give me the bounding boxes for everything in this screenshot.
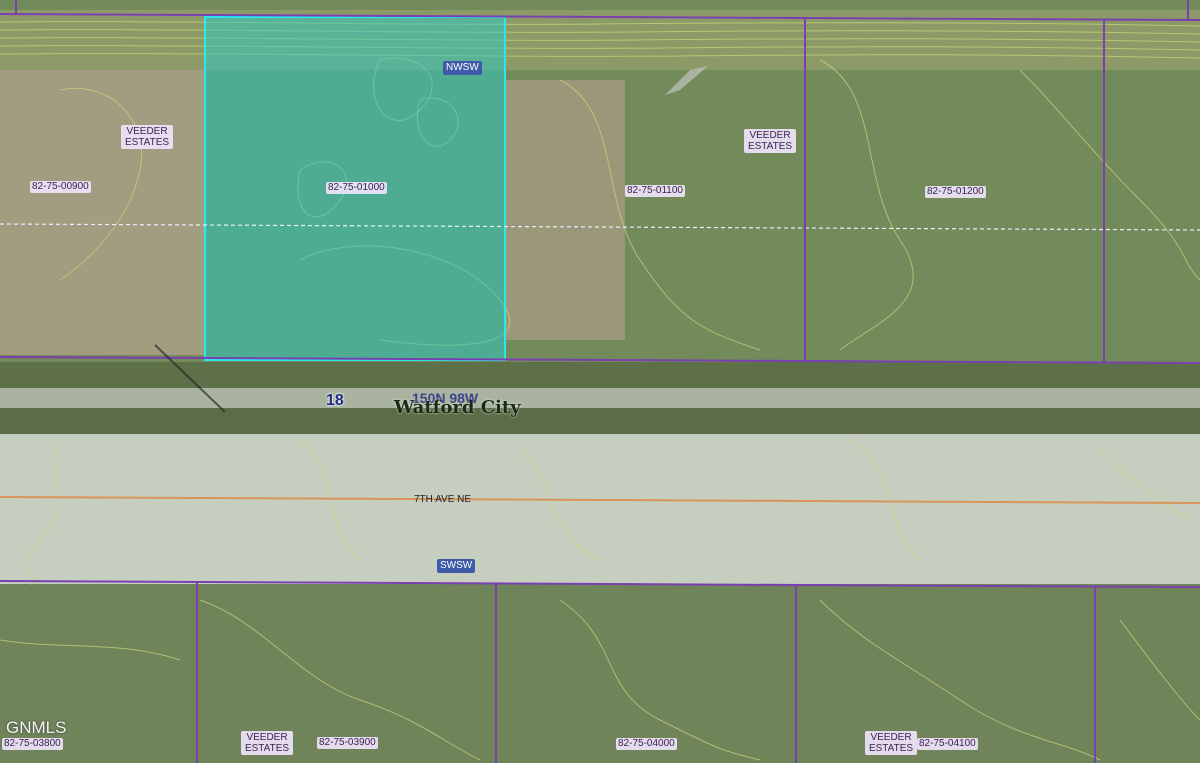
aliquot-label-swsw: SWSW xyxy=(437,559,476,573)
bare-soil-patch-west xyxy=(0,70,205,355)
street-name-label: 7TH AVE NE xyxy=(414,494,472,505)
watermark: GNMLS xyxy=(6,718,67,737)
subdivision-label: VEEDER ESTATES xyxy=(865,731,917,755)
grass-strip xyxy=(0,362,1200,390)
road-shoulder xyxy=(0,388,1200,408)
parcel-id-label[interactable]: 82-75-03900 xyxy=(317,737,378,749)
paved-area xyxy=(0,434,1200,584)
parcel-id-label[interactable]: 82-75-04000 xyxy=(616,738,677,750)
aliquot-label-nwsw: NWSW xyxy=(443,61,482,75)
subdivision-label: VEEDER ESTATES xyxy=(121,125,173,149)
subdivision-label: VEEDER ESTATES xyxy=(241,731,293,755)
parcel-id-label[interactable]: 82-75-03800 xyxy=(2,738,63,750)
bare-soil-patch-center xyxy=(505,80,625,340)
parcel-id-label[interactable]: 82-75-01200 xyxy=(925,186,986,198)
parcel-id-label[interactable]: 82-75-04100 xyxy=(917,738,978,750)
aerial-map[interactable] xyxy=(0,0,1200,763)
parcel-id-label[interactable]: 82-75-00900 xyxy=(30,181,91,193)
parcel-id-label[interactable]: 82-75-01100 xyxy=(625,185,685,197)
parcel-id-label-selected[interactable]: 82-75-01000 xyxy=(326,182,387,194)
section-number: 18 xyxy=(326,392,344,409)
field-area-bottom xyxy=(0,584,1200,763)
city-name-label: Watford City xyxy=(394,397,521,418)
subdivision-label: VEEDER ESTATES xyxy=(744,129,796,153)
grass-median xyxy=(0,408,1200,434)
